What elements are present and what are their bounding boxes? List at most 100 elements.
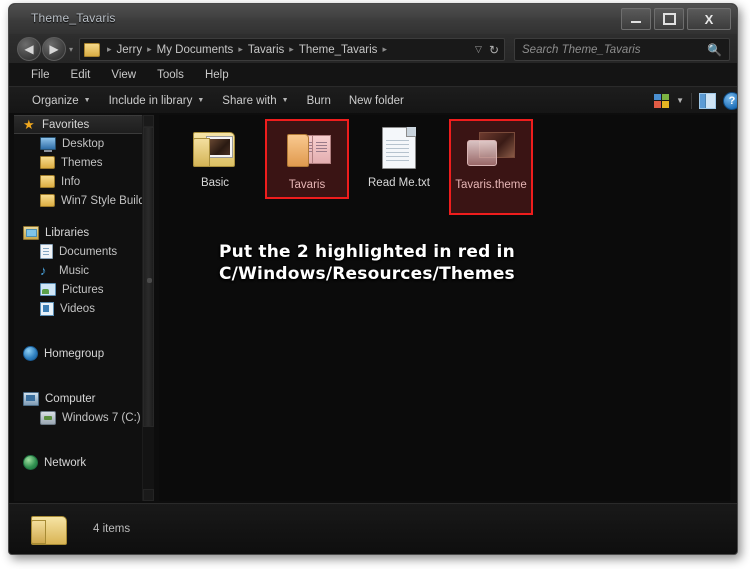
drive-icon	[40, 410, 56, 425]
sidebar-item-info[interactable]: Info	[14, 172, 143, 191]
maximize-icon	[662, 13, 676, 25]
sidebar-item-label: Pictures	[62, 283, 104, 296]
organize-label: Organize	[32, 94, 79, 107]
change-view-icon[interactable]	[654, 93, 670, 108]
help-icon[interactable]: ?	[723, 91, 737, 110]
sidebar-item-documents[interactable]: Documents	[14, 242, 143, 261]
refresh-icon[interactable]: ↻	[489, 43, 499, 57]
back-button[interactable]: ◀	[17, 37, 41, 61]
menu-item-help[interactable]: Help	[197, 67, 237, 83]
scrollbar-grip-icon	[147, 278, 152, 283]
sidebar-group-label: Libraries	[45, 226, 90, 239]
share-with-button[interactable]: Share with ▼	[213, 92, 297, 110]
scroll-up-arrow[interactable]	[143, 115, 154, 127]
menu-item-file[interactable]: File	[23, 67, 58, 83]
navigation-pane: ★ Favorites Desktop Themes Info Win7 Sty…	[14, 115, 154, 501]
search-input[interactable]: Search Theme_Tavaris	[515, 44, 640, 56]
file-list-pane[interactable]: Basic Tavaris Read Me.txt Tavaris.theme …	[159, 115, 731, 501]
folder-icon	[40, 194, 55, 207]
file-item-read-me-txt[interactable]: Read Me.txt	[363, 119, 435, 197]
navigation-buttons: ◀ ▶ ▾	[17, 37, 73, 61]
screenshot-root: Theme_Tavaris X ◀ ▶ ▾ ▸ Jerry ▸ My Docum…	[0, 0, 750, 569]
file-item-label: Tavaris	[288, 179, 326, 191]
scroll-down-arrow[interactable]	[143, 489, 154, 501]
scrollbar-thumb[interactable]	[143, 127, 154, 427]
sidebar-item-label: Windows 7 (C:)	[62, 411, 141, 424]
chevron-down-icon: ▼	[197, 97, 205, 104]
sidebar-scrollbar[interactable]	[142, 115, 154, 501]
folder-icon	[40, 156, 55, 169]
close-button[interactable]: X	[687, 8, 731, 30]
chevron-down-icon[interactable]: ▽	[475, 44, 482, 55]
navigation-list: ★ Favorites Desktop Themes Info Win7 Sty…	[14, 115, 143, 472]
status-item-count: 4 items	[93, 523, 131, 535]
desktop-icon	[40, 137, 56, 152]
sidebar-group-libraries[interactable]: Libraries	[14, 223, 143, 242]
new-folder-button[interactable]: New folder	[340, 92, 413, 110]
maximize-button[interactable]	[654, 8, 684, 30]
organize-button[interactable]: Organize ▼	[23, 92, 100, 110]
sidebar-group-computer[interactable]: Computer	[14, 389, 143, 408]
recent-pages-caret[interactable]: ▾	[69, 45, 73, 54]
sidebar-group-label: Homegroup	[44, 347, 105, 360]
breadcrumb-item-theme-tavaris[interactable]: Theme_Tavaris	[298, 44, 379, 56]
command-toolbar: Organize ▼ Include in library ▼ Share wi…	[9, 86, 737, 115]
file-item-label: Read Me.txt	[368, 177, 430, 189]
sidebar-item-label: Videos	[60, 302, 95, 315]
back-icon: ◀	[24, 42, 34, 56]
toolbar-right-icons: ▼ ?	[654, 91, 737, 110]
file-item-basic[interactable]: Basic	[179, 119, 251, 197]
file-item-tavaris-theme[interactable]: Tavaris.theme	[449, 119, 533, 215]
preview-pane-icon[interactable]	[699, 92, 716, 109]
sidebar-item-themes[interactable]: Themes	[14, 153, 143, 172]
sidebar-item-desktop[interactable]: Desktop	[14, 134, 143, 153]
library-icon	[23, 225, 39, 240]
include-in-library-button[interactable]: Include in library ▼	[100, 92, 214, 110]
annotation-text: Put the 2 highlighted in red in C/Window…	[219, 241, 515, 285]
menu-item-edit[interactable]: Edit	[63, 67, 99, 83]
window-title: Theme_Tavaris	[31, 11, 116, 25]
sidebar-group-favorites[interactable]: ★ Favorites	[14, 115, 143, 134]
sidebar-item-windows-7-c[interactable]: Windows 7 (C:)	[14, 408, 143, 427]
sidebar-group-network[interactable]: Network	[14, 453, 143, 472]
file-items-row: Basic Tavaris Read Me.txt Tavaris.theme	[179, 119, 547, 215]
icon-wrap	[375, 125, 423, 171]
burn-button[interactable]: Burn	[298, 92, 340, 110]
homegroup-icon	[23, 346, 38, 361]
share-with-label: Share with	[222, 94, 277, 107]
breadcrumb-item-jerry[interactable]: Jerry	[116, 44, 144, 56]
breadcrumb-item-my-documents[interactable]: My Documents	[156, 44, 235, 56]
forward-button[interactable]: ▶	[42, 37, 66, 61]
icon-wrap	[191, 125, 239, 171]
theme-file-icon	[467, 130, 515, 170]
file-item-label: Tavaris.theme	[455, 179, 527, 191]
status-bar: 4 items	[9, 503, 737, 554]
explorer-window: Theme_Tavaris X ◀ ▶ ▾ ▸ Jerry ▸ My Docum…	[8, 3, 738, 555]
file-item-tavaris[interactable]: Tavaris	[265, 119, 349, 199]
music-icon: ♪	[40, 263, 47, 278]
menu-item-tools[interactable]: Tools	[149, 67, 192, 83]
sidebar-item-label: Info	[61, 175, 81, 188]
breadcrumb-item-tavaris[interactable]: Tavaris	[247, 44, 285, 56]
breadcrumb-separator: ▸	[147, 44, 152, 54]
view-dropdown-caret[interactable]: ▼	[676, 96, 684, 105]
menu-item-view[interactable]: View	[103, 67, 144, 83]
sidebar-item-win7-style-builder[interactable]: Win7 Style Build	[14, 191, 143, 210]
minimize-button[interactable]	[621, 8, 651, 30]
sidebar-item-label: Documents	[59, 245, 118, 258]
folder-icon	[40, 175, 55, 188]
sidebar-group-homegroup[interactable]: Homegroup	[14, 344, 143, 363]
sidebar-item-music[interactable]: ♪ Music	[14, 261, 143, 280]
annotation-line-1: Put the 2 highlighted in red in	[219, 242, 515, 262]
minimize-icon	[631, 21, 641, 23]
search-box[interactable]: Search Theme_Tavaris 🔍	[514, 38, 730, 61]
breadcrumb[interactable]: ▸ Jerry ▸ My Documents ▸ Tavaris ▸ Theme…	[79, 38, 505, 61]
sidebar-item-pictures[interactable]: Pictures	[14, 280, 143, 299]
sidebar-item-videos[interactable]: Videos	[14, 299, 143, 318]
title-bar[interactable]: Theme_Tavaris X	[9, 4, 737, 34]
